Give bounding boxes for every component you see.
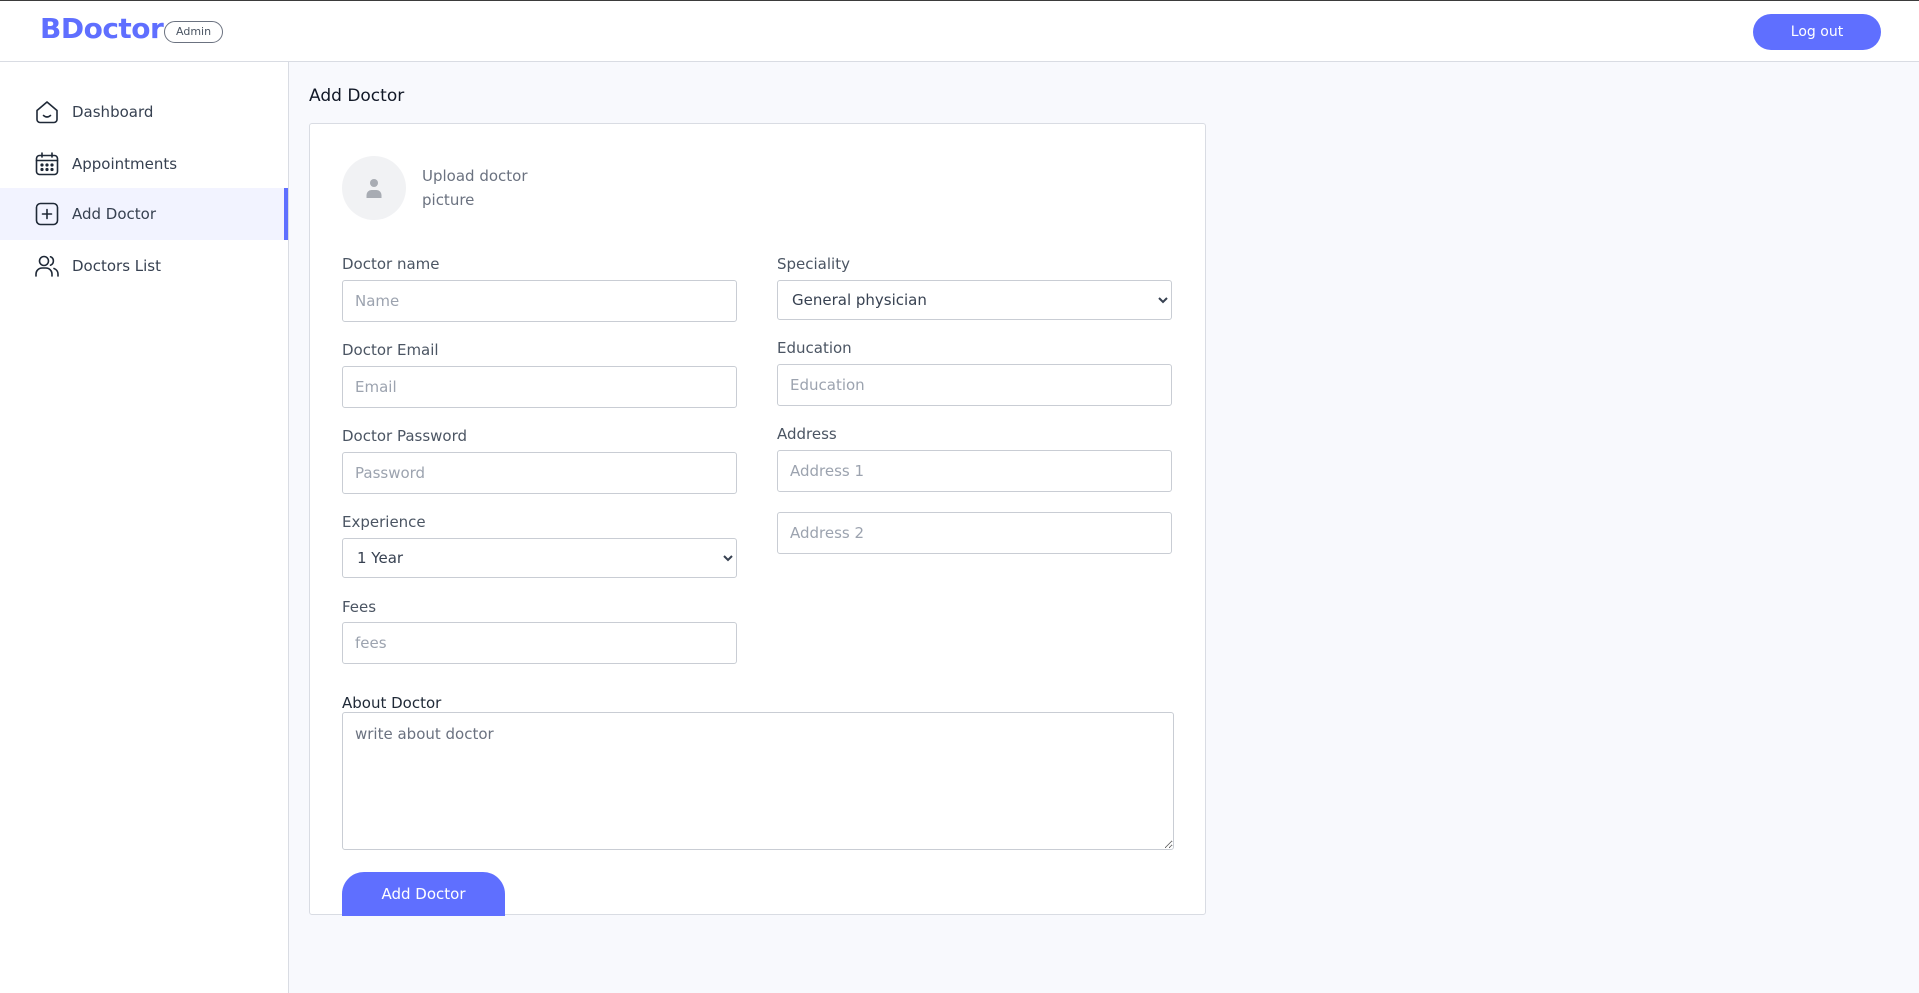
experience-label: Experience xyxy=(342,513,426,531)
fees-label: Fees xyxy=(342,598,377,616)
sidebar-item-label: Dashboard xyxy=(72,103,154,121)
sidebar-item-label: Appointments xyxy=(72,155,178,173)
doctor-name-input[interactable] xyxy=(342,280,737,322)
doctor-email-label: Doctor Email xyxy=(342,341,439,359)
address-1-input[interactable] xyxy=(777,450,1172,492)
education-input[interactable] xyxy=(777,364,1172,406)
sidebar-item-label: Add Doctor xyxy=(72,205,157,223)
address-2-input[interactable] xyxy=(777,512,1172,554)
about-doctor-label: About Doctor xyxy=(342,694,442,712)
address-label: Address xyxy=(777,425,837,443)
upload-picture-button[interactable] xyxy=(342,156,406,220)
home-icon xyxy=(36,101,58,124)
page-title: Add Doctor xyxy=(309,86,405,106)
speciality-select[interactable]: General physician xyxy=(777,280,1172,320)
doctor-name-label: Doctor name xyxy=(342,255,440,273)
sidebar-item-doctors-list[interactable]: Doctors List xyxy=(0,240,288,292)
main-content: Add Doctor Upload doctor picture Doctor … xyxy=(289,62,1919,993)
top-navbar: BDoctor Admin Log out xyxy=(0,1,1919,62)
logout-button[interactable]: Log out xyxy=(1753,14,1881,50)
user-avatar-icon xyxy=(366,179,382,198)
role-badge: Admin xyxy=(164,21,224,43)
doctor-password-input[interactable] xyxy=(342,452,737,494)
add-doctor-button[interactable]: Add Doctor xyxy=(342,872,505,916)
doctor-password-label: Doctor Password xyxy=(342,427,468,445)
calendar-icon xyxy=(35,152,59,176)
fees-input[interactable] xyxy=(342,622,737,664)
brand-logo[interactable]: BDoctor xyxy=(40,12,164,45)
about-doctor-textarea[interactable] xyxy=(342,712,1174,850)
speciality-label: Speciality xyxy=(777,255,850,273)
doctor-email-input[interactable] xyxy=(342,366,737,408)
add-square-icon xyxy=(35,202,59,226)
experience-select[interactable]: 1 Year xyxy=(342,538,737,578)
sidebar: Dashboard Appointments Add Doctor Doctor… xyxy=(0,62,289,993)
people-icon xyxy=(35,255,59,277)
sidebar-item-appointments[interactable]: Appointments xyxy=(0,138,288,190)
upload-picture-label: Upload doctor picture xyxy=(422,167,528,209)
sidebar-item-add-doctor[interactable]: Add Doctor xyxy=(0,188,288,240)
add-doctor-form: Upload doctor picture Doctor name Doctor… xyxy=(309,123,1206,916)
education-label: Education xyxy=(777,339,852,357)
sidebar-item-dashboard[interactable]: Dashboard xyxy=(0,86,288,138)
sidebar-item-label: Doctors List xyxy=(72,257,162,275)
